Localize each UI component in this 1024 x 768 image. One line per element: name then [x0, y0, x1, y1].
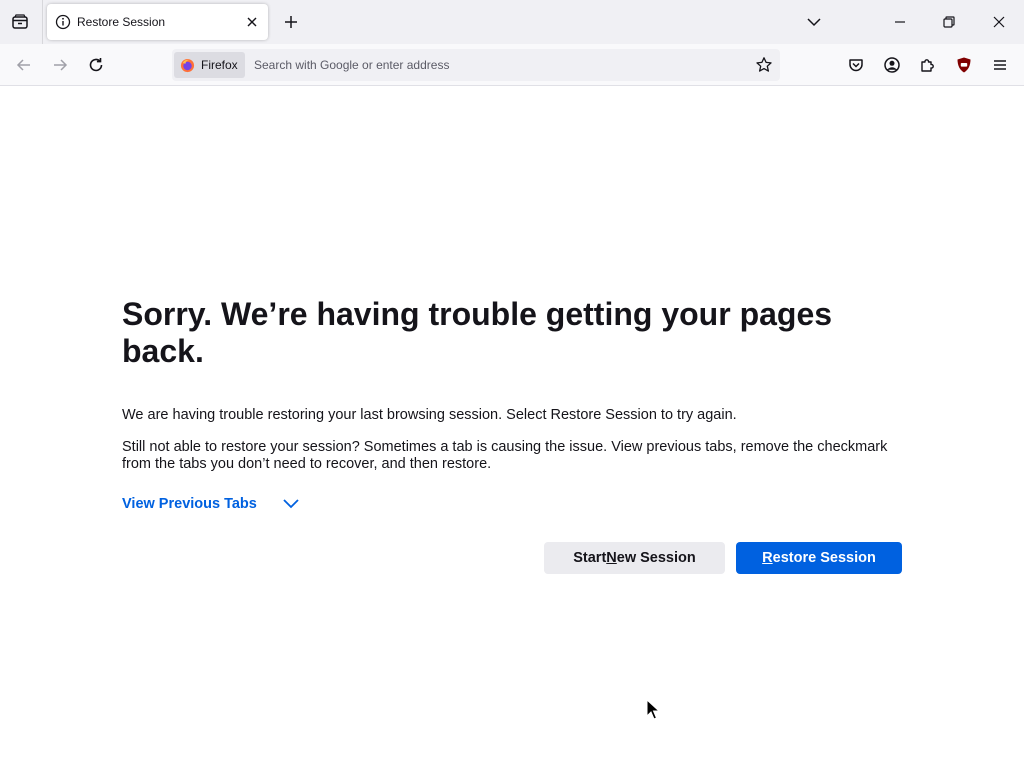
url-bar[interactable]: Firefox [172, 49, 780, 81]
mouse-cursor-icon [646, 699, 660, 721]
start-new-session-button[interactable]: Start New Session [544, 542, 725, 574]
navigation-toolbar: Firefox [0, 44, 1024, 86]
chevron-down-icon [281, 494, 301, 514]
address-input[interactable] [254, 52, 734, 78]
restore-session-button[interactable]: Restore Session [736, 542, 902, 574]
app-menu-button[interactable] [985, 50, 1015, 80]
ublock-origin-icon [957, 57, 971, 73]
pocket-button[interactable] [841, 50, 871, 80]
puzzle-icon [921, 59, 934, 72]
close-window-icon [993, 16, 1005, 28]
tab-restore-session[interactable]: Restore Session [47, 4, 268, 40]
account-button[interactable] [877, 50, 907, 80]
reload-icon [89, 58, 103, 72]
identity-label: Firefox [201, 58, 238, 72]
tab-title: Restore Session [77, 15, 166, 29]
ublock-origin-button[interactable] [949, 50, 979, 80]
page-content: Sorry. We’re having trouble getting your… [0, 86, 1024, 768]
arrow-right-icon [54, 59, 68, 71]
help-paragraph: Still not able to restore your session? … [122, 439, 888, 472]
info-icon [55, 14, 71, 30]
extensions-button[interactable] [913, 50, 943, 80]
firefox-logo-icon [180, 58, 195, 73]
reload-button[interactable] [81, 50, 111, 80]
list-all-tabs-button[interactable] [800, 8, 828, 36]
page-title: Sorry. We’re having trouble getting your… [122, 296, 833, 369]
close-window-button[interactable] [985, 8, 1013, 36]
restore-button-accesskey: R [762, 550, 773, 566]
tab-overview-icon [12, 14, 28, 29]
tab-strip: Restore Session [0, 0, 1024, 44]
back-button[interactable] [9, 50, 39, 80]
restore-button-text-b: estore Session [772, 550, 876, 566]
minimize-button[interactable] [886, 8, 914, 36]
minimize-icon [895, 21, 905, 23]
restore-window-icon [943, 16, 955, 28]
pocket-icon [849, 59, 863, 72]
close-icon[interactable] [244, 14, 260, 30]
start-button-text-a: Start [573, 550, 607, 566]
star-icon [756, 57, 772, 72]
chevron-down-icon [807, 18, 821, 27]
plus-icon [285, 16, 297, 28]
tab-divider [42, 0, 43, 44]
new-tab-button[interactable] [277, 8, 305, 36]
forward-button[interactable] [45, 50, 75, 80]
arrow-left-icon [16, 59, 30, 71]
hamburger-menu-icon [994, 60, 1006, 70]
start-button-accesskey: N [606, 550, 617, 566]
description-paragraph: We are having trouble restoring your las… [122, 407, 737, 423]
tab-overview-button[interactable] [4, 6, 36, 38]
view-previous-tabs-toggle[interactable]: View Previous Tabs [122, 494, 301, 514]
account-icon [884, 57, 900, 73]
start-button-text-b: ew Session [616, 550, 696, 566]
restore-window-button[interactable] [935, 8, 963, 36]
identity-box[interactable]: Firefox [174, 52, 245, 78]
view-previous-tabs-label: View Previous Tabs [122, 496, 257, 512]
bookmark-star-button[interactable] [754, 55, 774, 75]
